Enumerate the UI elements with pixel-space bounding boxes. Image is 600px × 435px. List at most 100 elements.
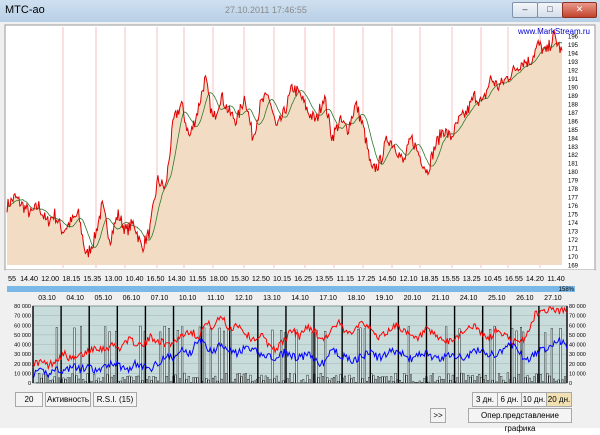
volume-bar	[318, 378, 320, 383]
time-label: 12.50	[252, 274, 270, 283]
volume-bar	[58, 378, 60, 383]
volume-bar	[558, 380, 560, 383]
period-20-days-button[interactable]: 20 дн.	[546, 392, 572, 407]
volume-bar	[327, 378, 329, 383]
period-10-days-button[interactable]: 10 дн.	[521, 392, 547, 407]
volume-bar	[351, 379, 353, 383]
volume-bar	[291, 382, 293, 383]
date-label: 27.10	[544, 295, 562, 302]
period-6-days-button[interactable]: 6 дн.	[497, 392, 522, 407]
volume-bar	[111, 377, 113, 383]
time-label: 10.15	[273, 274, 291, 283]
volume-bar	[437, 380, 439, 383]
volume-bar	[258, 378, 260, 383]
price-tick-label: 177	[568, 196, 579, 202]
volume-bar	[135, 377, 137, 383]
volume-bar	[300, 381, 302, 383]
date-label: 05.10	[94, 295, 112, 302]
volume-bar	[82, 379, 84, 383]
volume-bar	[404, 373, 406, 383]
volume-bar	[419, 381, 421, 383]
volume-bar	[496, 382, 498, 383]
volume-bar	[170, 382, 172, 383]
price-tick-label: 174	[568, 221, 579, 227]
volume-bar	[76, 376, 78, 383]
price-tick-label: 187	[568, 111, 579, 117]
price-tick-label: 179	[568, 179, 579, 185]
volume-bar	[96, 381, 98, 383]
volume-tick-label: 30 000	[14, 352, 31, 358]
price-tick-label: 189	[568, 94, 579, 100]
scroll-bar[interactable]	[7, 286, 575, 292]
volume-bar	[52, 380, 54, 383]
volume-bar	[254, 381, 256, 383]
time-label: 17.25	[357, 274, 375, 283]
volume-bar	[452, 375, 454, 383]
time-label: 18.00	[210, 274, 228, 283]
volume-bar	[382, 377, 384, 384]
volume-bar	[247, 379, 249, 383]
volume-tick-label-right: 60 000	[569, 323, 586, 329]
volume-bar	[63, 378, 65, 383]
date-label: 25.10	[488, 295, 506, 302]
price-tick-label: 184	[568, 136, 579, 142]
time-label: 11.55	[189, 274, 206, 283]
volume-bar	[412, 382, 414, 384]
volume-bar	[234, 379, 236, 383]
volume-bar	[269, 380, 271, 383]
time-label: 10.40	[125, 274, 143, 283]
volume-bar	[335, 376, 337, 383]
price-tick-label: 182	[568, 153, 579, 159]
volume-bar	[122, 378, 124, 384]
date-label: 17.10	[319, 295, 337, 302]
volume-tick-label-right: 20 000	[569, 362, 586, 368]
volume-bar	[485, 375, 487, 383]
volume-bar	[283, 381, 285, 383]
volume-bar	[494, 327, 496, 384]
volume-bar	[320, 373, 322, 383]
volume-bar	[366, 381, 368, 383]
volume-bar	[294, 374, 296, 383]
chart-canvas: 1961951941931921911901891881871861851841…	[0, 0, 600, 428]
rsi-button[interactable]: R.S.I. (15)	[93, 392, 137, 407]
volume-bar	[450, 380, 452, 383]
chart-view-button[interactable]: Опер.представление графика	[468, 408, 572, 423]
volume-bar	[511, 328, 513, 383]
volume-bar	[503, 380, 505, 383]
time-label: 15.30	[231, 274, 249, 283]
price-tick-label: 194	[568, 51, 579, 57]
price-tick-label: 185	[568, 128, 579, 134]
volume-bar	[261, 375, 263, 383]
period-3-days-button[interactable]: 3 дн.	[472, 392, 498, 407]
volume-bar	[239, 373, 241, 383]
volume-bar	[225, 373, 227, 383]
period-field[interactable]: 20	[15, 392, 43, 407]
volume-tick-label-right: 40 000	[569, 343, 586, 349]
volume-bar	[439, 377, 441, 383]
volume-bar	[93, 374, 95, 383]
volume-bar	[434, 382, 436, 383]
volume-bar	[126, 377, 128, 384]
volume-bar	[540, 374, 542, 383]
price-tick-label: 173	[568, 230, 579, 236]
volume-bar	[212, 378, 214, 383]
volume-bar	[120, 381, 122, 383]
time-label: 55	[8, 274, 16, 283]
volume-bar	[309, 380, 311, 383]
time-label: 12.10	[399, 274, 417, 283]
volume-bar	[280, 330, 282, 383]
volume-bar	[470, 377, 472, 383]
volume-bar	[355, 383, 357, 384]
volume-bar	[333, 377, 335, 383]
volume-bar	[87, 374, 89, 383]
volume-bar	[236, 374, 238, 383]
time-label: 11.40	[547, 274, 564, 283]
volume-bar	[104, 327, 106, 383]
activity-button[interactable]: Активность	[45, 392, 91, 407]
volume-bar	[210, 328, 212, 383]
volume-bar	[287, 379, 289, 383]
price-tick-label: 183	[568, 145, 579, 151]
volume-tick-label-right: 0	[569, 381, 572, 387]
time-label: 16.50	[147, 274, 165, 283]
scroll-forward-button[interactable]: >>	[430, 408, 446, 423]
